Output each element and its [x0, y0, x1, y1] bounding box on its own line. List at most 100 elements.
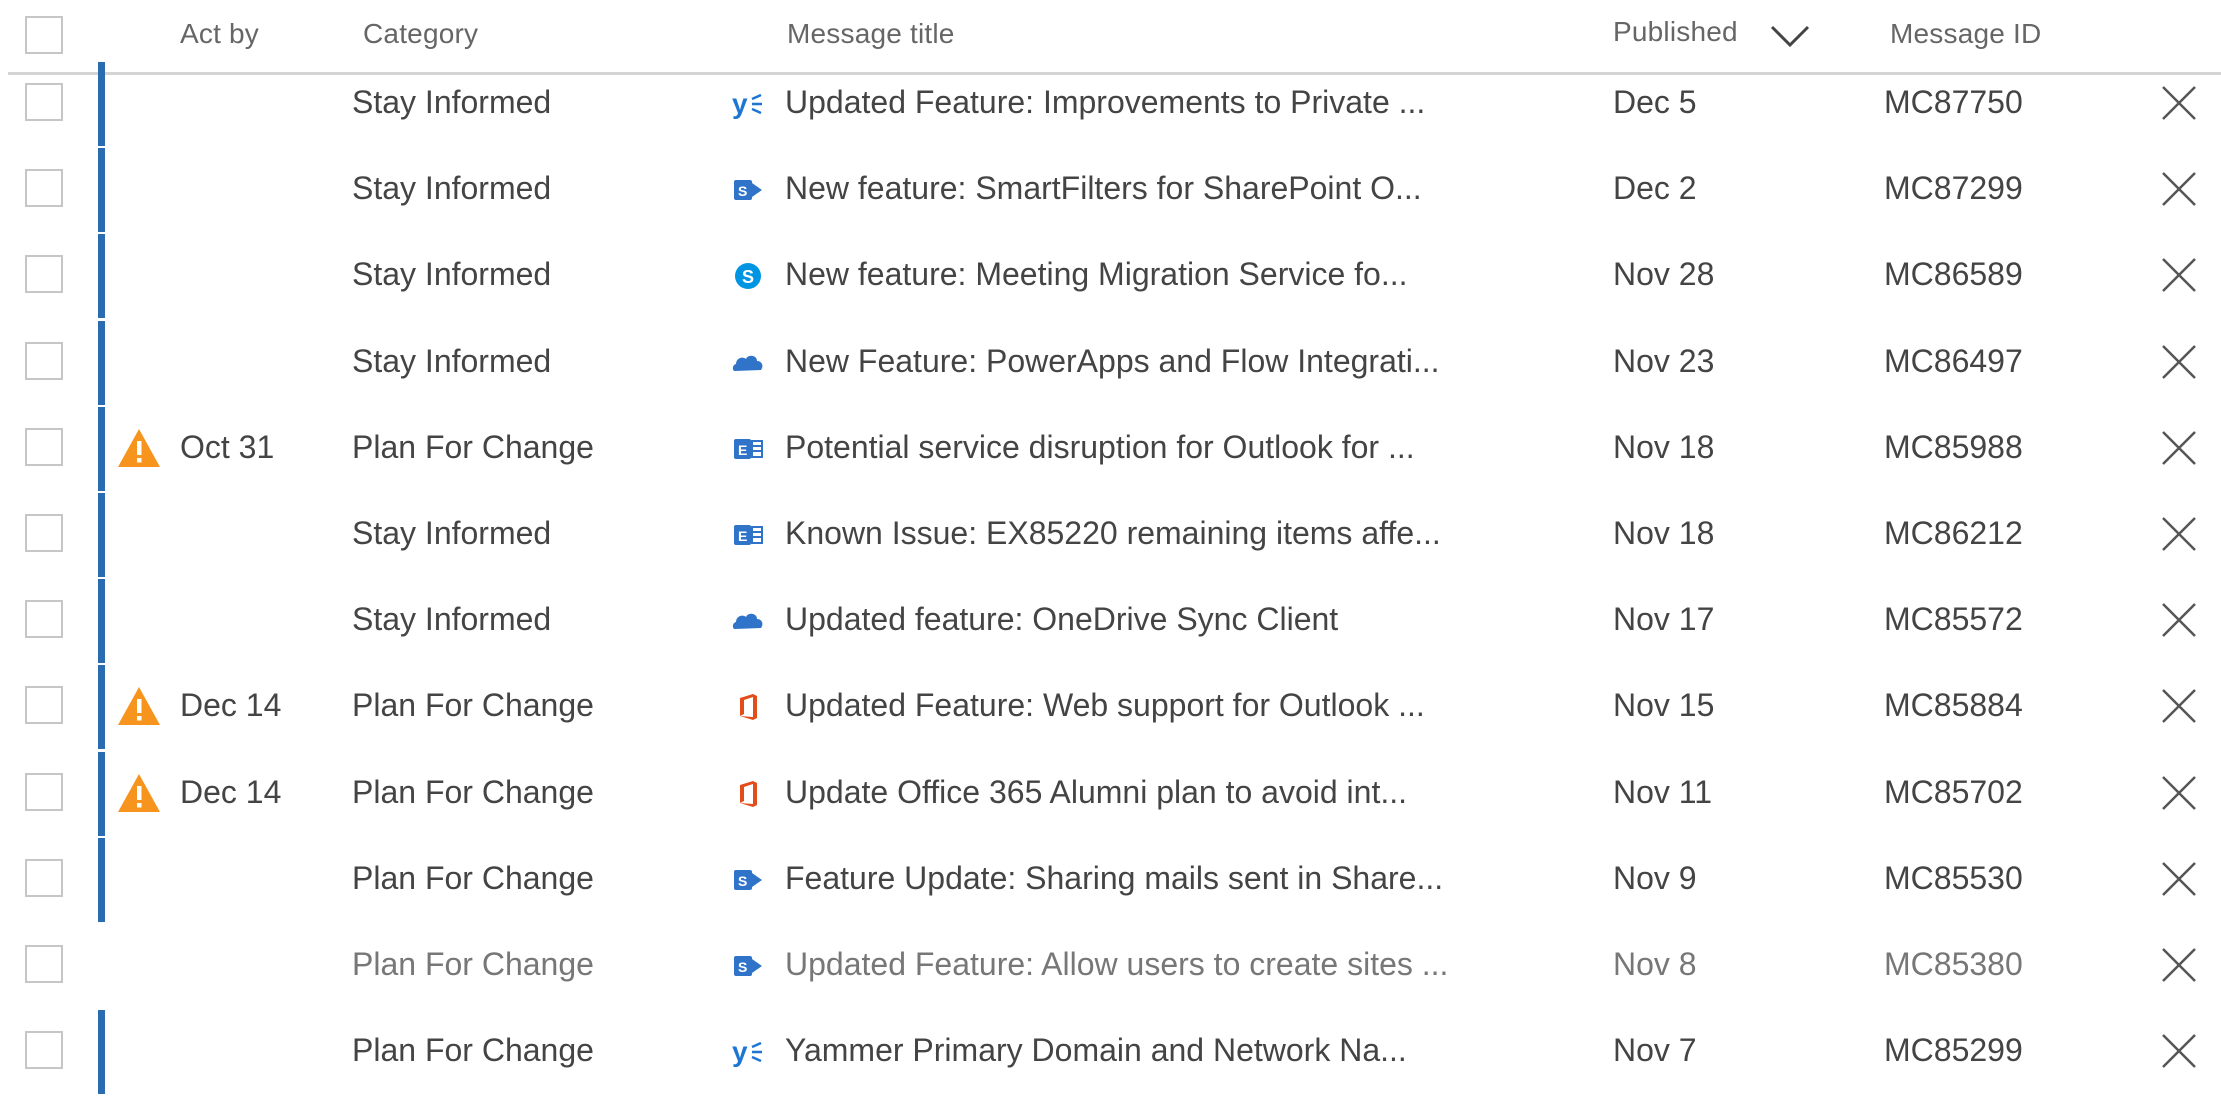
message-title-link[interactable]: New feature: Meeting Migration Service f…	[785, 256, 1408, 293]
message-title-link[interactable]: Update Office 365 Alumni plan to avoid i…	[785, 774, 1407, 811]
dismiss-icon[interactable]	[2160, 687, 2198, 725]
message-title-link[interactable]: Yammer Primary Domain and Network Na...	[785, 1032, 1407, 1069]
dismiss-icon[interactable]	[2160, 515, 2198, 553]
column-header-act-by[interactable]: Act by	[180, 18, 259, 50]
dismiss-icon[interactable]	[2160, 256, 2198, 294]
office-icon	[731, 777, 765, 811]
message-title-link[interactable]: New Feature: PowerApps and Flow Integrat…	[785, 343, 1440, 380]
office-icon	[731, 690, 765, 724]
dismiss-icon[interactable]	[2160, 774, 2198, 812]
svg-text:y: y	[732, 1036, 748, 1067]
row-checkbox[interactable]	[25, 772, 63, 811]
message-id-cell: MC85884	[1884, 687, 2023, 724]
published-date: Nov 7	[1613, 1032, 1697, 1069]
message-title-link[interactable]: Updated feature: OneDrive Sync Client	[785, 601, 1338, 638]
act-by-date: Oct 31	[180, 428, 275, 465]
dismiss-icon[interactable]	[2160, 860, 2198, 898]
category-cell: Plan For Change	[352, 687, 594, 724]
category-cell: Plan For Change	[352, 428, 594, 465]
row-checkbox[interactable]	[25, 858, 63, 897]
dismiss-icon[interactable]	[2160, 601, 2198, 639]
category-cell: Stay Informed	[352, 84, 552, 120]
unread-indicator	[98, 665, 105, 750]
category-cell: Stay Informed	[352, 170, 552, 207]
unread-indicator	[98, 579, 105, 664]
dismiss-icon[interactable]	[2160, 343, 2198, 381]
unread-indicator	[98, 234, 105, 319]
dismiss-icon[interactable]	[2160, 1032, 2198, 1070]
yammer-icon: y	[731, 1035, 765, 1069]
published-date: Nov 15	[1613, 687, 1715, 724]
message-id-cell: MC85572	[1884, 601, 2023, 638]
column-header-category[interactable]: Category	[363, 18, 478, 50]
dismiss-icon[interactable]	[2160, 946, 2198, 984]
category-cell: Plan For Change	[352, 859, 594, 896]
published-date: Nov 17	[1613, 601, 1715, 638]
row-checkbox[interactable]	[25, 1031, 63, 1070]
unread-indicator	[98, 493, 105, 577]
unread-indicator	[98, 320, 105, 405]
column-header-message-id[interactable]: Message ID	[1890, 18, 2041, 50]
svg-text:y: y	[732, 88, 748, 119]
published-date: Nov 18	[1613, 515, 1715, 551]
message-title-link[interactable]: Updated Feature: Improvements to Private…	[785, 84, 1425, 121]
row-checkbox[interactable]	[25, 514, 63, 552]
svg-text:S: S	[742, 267, 754, 287]
dismiss-icon[interactable]	[2160, 170, 2198, 208]
message-title-link[interactable]: Updated Feature: Allow users to create s…	[785, 946, 1448, 983]
unread-indicator	[98, 837, 105, 922]
sort-descending-icon[interactable]	[1770, 24, 1810, 48]
column-header-published[interactable]: Published	[1613, 16, 1738, 48]
yammer-icon: y	[731, 87, 765, 121]
warning-icon	[116, 772, 162, 814]
header-divider	[8, 72, 2221, 75]
row-checkbox[interactable]	[25, 427, 63, 466]
category-cell: Plan For Change	[352, 1032, 594, 1069]
row-checkbox[interactable]	[25, 686, 63, 725]
message-title-link[interactable]: Known Issue: EX85220 remaining items aff…	[785, 515, 1441, 552]
category-cell: Stay Informed	[352, 256, 552, 293]
published-date: Nov 23	[1613, 342, 1715, 379]
dismiss-icon[interactable]	[2160, 429, 2198, 467]
act-by-date: Dec 14	[180, 687, 282, 724]
message-title-link[interactable]: Potential service disruption for Outlook…	[785, 429, 1415, 466]
dismiss-icon[interactable]	[2160, 84, 2198, 122]
exchange-icon: E	[731, 518, 765, 552]
category-cell: Plan For Change	[352, 946, 594, 982]
published-date: Nov 11	[1613, 773, 1713, 810]
column-header-message-title[interactable]: Message title	[787, 18, 955, 50]
svg-text:E: E	[738, 528, 747, 544]
category-cell: Plan For Change	[352, 773, 594, 810]
message-title-link[interactable]: New feature: SmartFilters for SharePoint…	[785, 170, 1422, 207]
unread-indicator	[98, 1010, 105, 1095]
message-title-link[interactable]: Updated Feature: Web support for Outlook…	[785, 687, 1425, 724]
row-checkbox[interactable]	[25, 255, 63, 294]
svg-text:S: S	[738, 183, 747, 199]
sharepoint-icon: S	[731, 949, 765, 983]
row-checkbox[interactable]	[25, 600, 63, 639]
message-id-cell: MC86212	[1884, 515, 2023, 551]
row-checkbox[interactable]	[25, 169, 63, 208]
published-date: Nov 28	[1613, 256, 1715, 293]
act-by-date: Dec 14	[180, 773, 282, 810]
row-checkbox[interactable]	[25, 83, 63, 121]
exchange-icon: E	[731, 432, 765, 466]
unread-indicator	[98, 406, 105, 491]
svg-text:E: E	[738, 442, 747, 458]
message-id-cell: MC85299	[1884, 1032, 2023, 1069]
select-all-checkbox[interactable]	[25, 16, 63, 54]
message-title-link[interactable]: Feature Update: Sharing mails sent in Sh…	[785, 860, 1443, 897]
sharepoint-icon: S	[731, 863, 765, 897]
message-id-cell: MC87299	[1884, 170, 2023, 207]
message-id-cell: MC86589	[1884, 256, 2023, 293]
row-checkbox[interactable]	[25, 945, 63, 983]
row-checkbox[interactable]	[25, 341, 63, 380]
published-date: Dec 5	[1613, 84, 1697, 120]
category-cell: Stay Informed	[352, 601, 552, 638]
published-date: Nov 9	[1613, 859, 1697, 896]
unread-indicator	[98, 751, 105, 836]
message-id-cell: MC85530	[1884, 859, 2023, 896]
sharepoint-icon: S	[731, 173, 765, 207]
onedrive-icon	[731, 604, 765, 638]
message-id-cell: MC87750	[1884, 84, 2023, 120]
